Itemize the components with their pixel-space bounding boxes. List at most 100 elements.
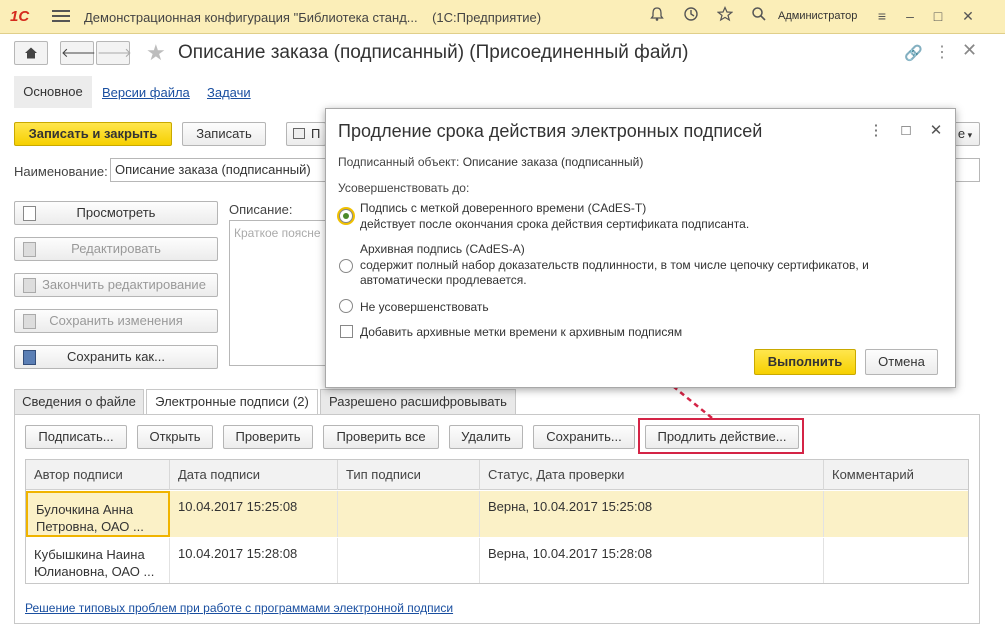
favorites-icon[interactable]: [714, 6, 736, 28]
signatures-table[interactable]: Автор подписи Дата подписи Тип подписи С…: [25, 459, 969, 584]
tab-decrypt[interactable]: Разрешено расшифровывать: [320, 389, 516, 415]
column-type[interactable]: Тип подписи: [338, 460, 480, 490]
help-link[interactable]: Решение типовых проблем при работе с про…: [25, 601, 453, 615]
table-row[interactable]: Кубышкина Наина Юлиановна, ОАО ... 10.04…: [26, 538, 968, 583]
save-signature-button[interactable]: Сохранить...: [533, 425, 635, 449]
save-changes-icon: [23, 314, 36, 329]
tab-tasks[interactable]: Задачи: [207, 85, 251, 100]
name-input-tail[interactable]: [955, 158, 980, 182]
forward-button[interactable]: 🡒: [96, 41, 132, 65]
search-icon[interactable]: [748, 6, 770, 28]
description-textarea[interactable]: Краткое поясне: [229, 220, 329, 366]
bell-icon[interactable]: [646, 6, 668, 28]
object-label-text: Подписанный объект:: [338, 155, 460, 169]
open-button[interactable]: Открыть: [137, 425, 213, 449]
improve-label: Усовершенствовать до:: [338, 181, 470, 195]
cell-date[interactable]: 10.04.2017 15:25:08: [170, 491, 338, 537]
history-icon[interactable]: [680, 6, 702, 28]
column-comment[interactable]: Комментарий: [824, 460, 968, 490]
option-cades-a-radio[interactable]: [339, 259, 353, 273]
dialog-close-icon[interactable]: ✕: [926, 121, 946, 141]
maximize-icon[interactable]: □: [928, 6, 948, 26]
description-label: Описание:: [229, 202, 293, 217]
column-date[interactable]: Дата подписи: [170, 460, 338, 490]
name-label: Наименование:: [14, 164, 108, 179]
option-cades-t-desc: действует после окончания срока действия…: [360, 217, 750, 231]
option-cades-t-radio[interactable]: [339, 209, 353, 223]
window-menu-icon[interactable]: ≡: [872, 6, 892, 26]
option-none-title: Не усовершенствовать: [360, 300, 489, 314]
more-label: е: [957, 126, 966, 141]
home-button[interactable]: [14, 41, 48, 65]
archive-timestamps-label: Добавить архивные метки времени к архивн…: [360, 325, 683, 339]
cell-author[interactable]: Булочкина Анна Петровна, ОАО ...: [26, 491, 170, 537]
home-icon: [25, 47, 37, 59]
arrow-right-icon: 🡒: [97, 45, 132, 60]
tab-versions[interactable]: Версии файла: [102, 85, 190, 100]
check-button[interactable]: Проверить: [223, 425, 313, 449]
save-changes-label: Сохранить изменения: [49, 313, 183, 328]
option-cades-a-desc: содержит полный набор доказательств подл…: [360, 258, 869, 287]
name-input[interactable]: Описание заказа (подписанный): [110, 158, 350, 182]
option-none-radio[interactable]: [339, 299, 353, 313]
dialog-title: Продление срока действия электронных под…: [338, 121, 763, 141]
edit-button[interactable]: Редактировать: [14, 237, 218, 261]
option-cades-t-title: Подпись с меткой доверенного времени (CA…: [360, 201, 647, 215]
floppy-icon: [23, 350, 36, 365]
1c-logo: 1С: [10, 8, 30, 25]
user-name[interactable]: Администратор: [778, 10, 857, 22]
cell-status[interactable]: Верна, 10.04.2017 15:28:08: [480, 538, 824, 583]
page-title: Описание заказа (подписанный) (Присоедин…: [178, 42, 689, 63]
link-icon[interactable]: 🔗: [904, 44, 923, 62]
run-button[interactable]: Выполнить: [754, 349, 856, 375]
app-title-text: Демонстрационная конфигурация "Библиотек…: [84, 10, 418, 25]
dialog-more-icon[interactable]: ⋮: [866, 121, 886, 141]
back-button[interactable]: 🡐: [60, 41, 96, 65]
cell-status[interactable]: Верна, 10.04.2017 15:25:08: [480, 491, 824, 537]
column-author[interactable]: Автор подписи: [26, 460, 170, 490]
archive-timestamps-checkbox[interactable]: [340, 325, 353, 338]
finish-edit-icon: [23, 278, 36, 293]
app-title: Демонстрационная конфигурация "Библиотек…: [84, 10, 541, 25]
view-button[interactable]: Просмотреть: [14, 201, 218, 225]
option-cades-a-title: Архивная подпись (CAdES-A): [360, 242, 525, 256]
save-as-button[interactable]: Сохранить как...: [14, 345, 218, 369]
check-all-button[interactable]: Проверить все: [323, 425, 439, 449]
save-close-button[interactable]: Записать и закрыть: [14, 122, 172, 146]
platform-text: (1С:Предприятие): [432, 10, 542, 25]
cell-date[interactable]: 10.04.2017 15:28:08: [170, 538, 338, 583]
close-icon[interactable]: ✕: [962, 40, 977, 61]
column-status[interactable]: Статус, Дата проверки: [480, 460, 824, 490]
tab-file-info[interactable]: Сведения о файле: [14, 389, 144, 415]
cell-comment[interactable]: [824, 538, 968, 583]
document-icon: [23, 206, 36, 221]
star-icon[interactable]: ★: [146, 40, 166, 66]
object-value: Описание заказа (подписанный): [462, 155, 644, 169]
arrow-left-icon: 🡐: [61, 45, 96, 60]
finish-edit-label: Закончить редактирование: [42, 277, 206, 292]
sign-button[interactable]: Подписать...: [25, 425, 127, 449]
save-changes-button[interactable]: Сохранить изменения: [14, 309, 218, 333]
edit-icon: [23, 242, 36, 257]
cancel-button[interactable]: Отмена: [865, 349, 938, 375]
cell-author[interactable]: Кубышкина Наина Юлиановна, ОАО ...: [26, 538, 170, 583]
chevron-down-icon: ▾: [965, 130, 973, 140]
extend-button-highlight: [638, 418, 804, 454]
cell-type[interactable]: [338, 491, 480, 537]
save-button[interactable]: Записать: [182, 122, 266, 146]
finish-edit-button[interactable]: Закончить редактирование: [14, 273, 218, 297]
menu-icon[interactable]: [52, 7, 70, 25]
cell-comment[interactable]: [824, 491, 968, 537]
cell-type[interactable]: [338, 538, 480, 583]
print-button[interactable]: П: [286, 122, 326, 146]
dialog-maximize-icon[interactable]: □: [896, 121, 916, 141]
delete-button[interactable]: Удалить: [449, 425, 523, 449]
more-vertical-icon[interactable]: ⋮: [934, 42, 950, 62]
tab-signatures[interactable]: Электронные подписи (2): [146, 389, 318, 417]
minimize-icon[interactable]: –: [900, 6, 920, 26]
object-label: Подписанный объект: Описание заказа (под…: [338, 155, 643, 169]
tab-main[interactable]: Основное: [14, 76, 92, 108]
app-titlebar: 1С Демонстрационная конфигурация "Библио…: [0, 0, 1005, 34]
table-row[interactable]: Булочкина Анна Петровна, ОАО ... 10.04.2…: [26, 491, 968, 537]
close-window-icon[interactable]: ✕: [958, 6, 978, 26]
